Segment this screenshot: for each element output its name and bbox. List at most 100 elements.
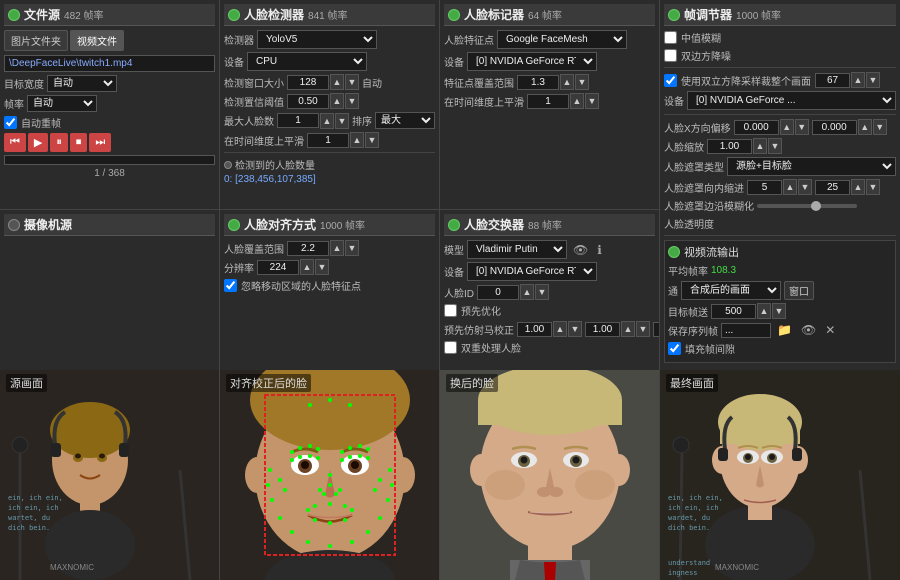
threshold-dn[interactable]: ▼ bbox=[345, 93, 359, 109]
maxfaces-up[interactable]: ▲ bbox=[320, 113, 334, 129]
auto-repeat-checkbox[interactable] bbox=[4, 116, 17, 129]
face-scale-up[interactable]: ▲ bbox=[753, 138, 767, 154]
coverage-fm-up[interactable]: ▲ bbox=[560, 74, 574, 90]
face-scale-input[interactable] bbox=[707, 139, 752, 154]
coverage-fm-input[interactable] bbox=[517, 75, 559, 90]
pretrans-y-input[interactable] bbox=[585, 322, 620, 337]
window-size-dn[interactable]: ▼ bbox=[345, 74, 359, 90]
super-up[interactable]: ▲ bbox=[851, 72, 865, 88]
save-seq-input[interactable] bbox=[721, 323, 771, 338]
res-input[interactable] bbox=[257, 260, 299, 275]
inner-blur1-input[interactable] bbox=[747, 180, 782, 195]
faceid-input[interactable] bbox=[477, 285, 519, 300]
marker-device-select[interactable]: [0] NVIDIA GeForce RTX 3... bbox=[467, 52, 597, 71]
camera-power-btn[interactable] bbox=[8, 219, 20, 231]
frameadj-power-btn[interactable] bbox=[668, 9, 680, 21]
inner-blur1-up[interactable]: ▲ bbox=[783, 179, 797, 195]
pretrans-z-input[interactable] bbox=[653, 322, 659, 337]
threshold-up[interactable]: ▲ bbox=[330, 93, 344, 109]
fps-select[interactable]: 自动 bbox=[27, 95, 97, 112]
res-up[interactable]: ▲ bbox=[300, 259, 314, 275]
save-folder-btn[interactable]: 📁 bbox=[774, 322, 795, 338]
inner-blur2-dn[interactable]: ▼ bbox=[866, 179, 880, 195]
marker-type-select[interactable]: Google FaceMesh bbox=[497, 30, 627, 49]
face-x1-up[interactable]: ▲ bbox=[780, 119, 794, 135]
tab-images[interactable]: 图片文件夹 bbox=[4, 30, 68, 51]
model-eye-btn[interactable]: 👁 bbox=[570, 242, 591, 258]
save-close-btn[interactable]: ✕ bbox=[822, 322, 838, 338]
smooth-up[interactable]: ▲ bbox=[350, 132, 364, 148]
face-x1-input[interactable] bbox=[734, 120, 779, 135]
device-select[interactable]: CPU bbox=[247, 52, 367, 71]
bilateral-checkbox[interactable] bbox=[664, 49, 677, 62]
filesource-power-btn[interactable] bbox=[8, 9, 20, 21]
pretrans-x-dn[interactable]: ▼ bbox=[568, 321, 582, 337]
coverage-input[interactable] bbox=[287, 241, 329, 256]
faceswap-power-btn[interactable] bbox=[448, 219, 460, 231]
target-fps-input[interactable] bbox=[711, 304, 756, 319]
output-window-btn[interactable]: 窗口 bbox=[784, 281, 814, 300]
target-fps-dn[interactable]: ▼ bbox=[772, 303, 786, 319]
res-dn[interactable]: ▼ bbox=[315, 259, 329, 275]
faceid-up[interactable]: ▲ bbox=[520, 284, 534, 300]
face-x2-dn[interactable]: ▼ bbox=[873, 119, 887, 135]
double-checkbox[interactable] bbox=[444, 341, 457, 354]
ignore-checkbox[interactable] bbox=[224, 279, 237, 292]
play-btn[interactable]: ▶ bbox=[28, 133, 48, 152]
smooth-input[interactable] bbox=[307, 133, 349, 148]
pause-btn[interactable]: ⏸ bbox=[50, 133, 68, 152]
next-btn[interactable]: ⏭ bbox=[89, 133, 111, 152]
pretrans-x-up[interactable]: ▲ bbox=[553, 321, 567, 337]
target-width-select[interactable]: 自动 bbox=[47, 75, 117, 92]
maxfaces-dn[interactable]: ▼ bbox=[335, 113, 349, 129]
super-input[interactable] bbox=[815, 73, 850, 88]
target-fps-up[interactable]: ▲ bbox=[757, 303, 771, 319]
smooth-dn[interactable]: ▼ bbox=[365, 132, 379, 148]
median-checkbox[interactable] bbox=[664, 31, 677, 44]
save-eye-btn[interactable]: 👁 bbox=[798, 322, 819, 338]
facealign-power-btn[interactable] bbox=[228, 219, 240, 231]
tab-videos[interactable]: 视频文件 bbox=[70, 30, 124, 51]
inner-blur2-up[interactable]: ▲ bbox=[851, 179, 865, 195]
output-target-select[interactable]: 合成后的画面 bbox=[681, 281, 781, 300]
window-size-up[interactable]: ▲ bbox=[330, 74, 344, 90]
pretrans-y-dn[interactable]: ▼ bbox=[636, 321, 650, 337]
face-x2-up[interactable]: ▲ bbox=[858, 119, 872, 135]
sort-select[interactable]: 最大 bbox=[375, 112, 435, 129]
face-type-select[interactable]: 源脸+目标脸 bbox=[727, 157, 896, 176]
pretrans-y-up[interactable]: ▲ bbox=[621, 321, 635, 337]
swap-device-select[interactable]: [0] NVIDIA GeForce RTX ... bbox=[467, 262, 597, 281]
faceid-dn[interactable]: ▼ bbox=[535, 284, 549, 300]
pretrans-x-input[interactable] bbox=[517, 322, 552, 337]
edge-blur-slider[interactable] bbox=[757, 204, 857, 208]
super-checkbox[interactable] bbox=[664, 74, 677, 87]
smooth-fm-input[interactable] bbox=[527, 94, 569, 109]
facedetect-power-btn[interactable] bbox=[228, 9, 240, 21]
smooth-fm-up[interactable]: ▲ bbox=[570, 93, 584, 109]
threshold-input[interactable] bbox=[287, 94, 329, 109]
adj-device-select[interactable]: [0] NVIDIA GeForce ... bbox=[687, 91, 896, 110]
super-dn[interactable]: ▼ bbox=[866, 72, 880, 88]
face-x2-input[interactable] bbox=[812, 120, 857, 135]
maxfaces-input[interactable] bbox=[277, 113, 319, 128]
stop-btn[interactable]: ⏹ bbox=[70, 133, 88, 152]
preface-checkbox[interactable] bbox=[444, 304, 457, 317]
coverage-up[interactable]: ▲ bbox=[330, 240, 344, 256]
facemarker-power-btn[interactable] bbox=[448, 9, 460, 21]
detector-select[interactable]: YoloV5 bbox=[257, 30, 377, 49]
fill-smooth-checkbox[interactable] bbox=[668, 342, 681, 355]
window-size-input[interactable] bbox=[287, 75, 329, 90]
model-select[interactable]: Vladimir Putin bbox=[467, 240, 567, 259]
progress-bar[interactable] bbox=[4, 155, 215, 165]
camera-title: 摄像机源 bbox=[24, 216, 72, 233]
face-scale-dn[interactable]: ▼ bbox=[768, 138, 782, 154]
prev-btn[interactable]: ⏮ bbox=[4, 133, 26, 152]
model-info-btn[interactable]: ℹ bbox=[594, 242, 605, 258]
output-power-btn[interactable] bbox=[668, 246, 680, 258]
coverage-dn[interactable]: ▼ bbox=[345, 240, 359, 256]
inner-blur1-dn[interactable]: ▼ bbox=[798, 179, 812, 195]
inner-blur2-input[interactable] bbox=[815, 180, 850, 195]
coverage-fm-dn[interactable]: ▼ bbox=[575, 74, 589, 90]
face-x1-dn[interactable]: ▼ bbox=[795, 119, 809, 135]
smooth-fm-dn[interactable]: ▼ bbox=[585, 93, 599, 109]
